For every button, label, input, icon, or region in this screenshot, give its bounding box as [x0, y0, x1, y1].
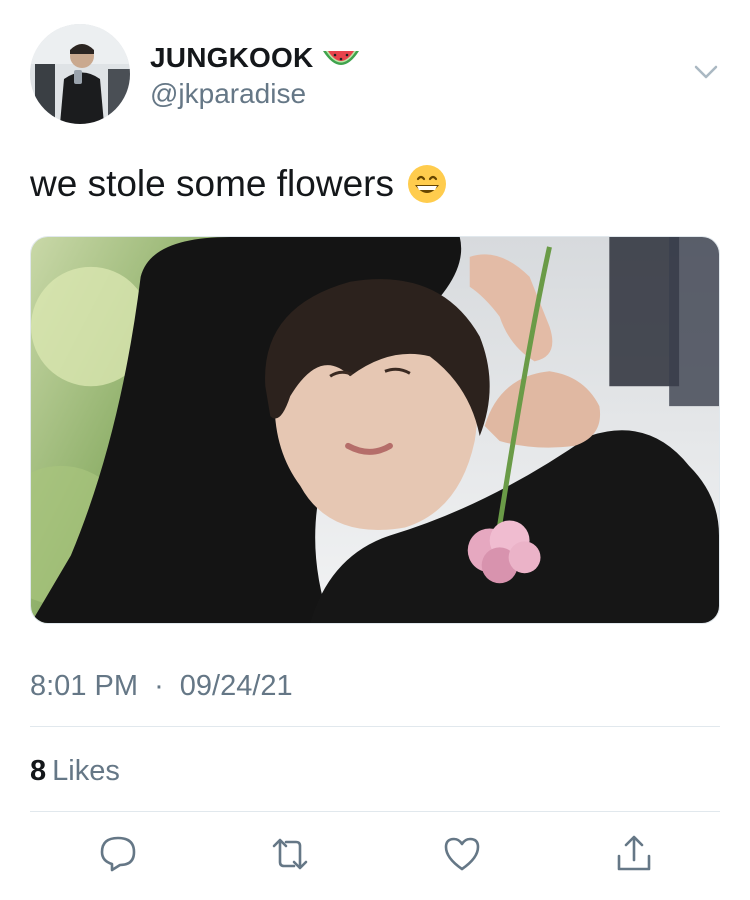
tweet-text: we stole some flowers — [30, 163, 448, 205]
timestamp-separator: · — [154, 670, 164, 702]
tweet-timestamp[interactable]: 8:01 PM · 09/24/21 — [30, 670, 293, 703]
watermelon-emoji-icon — [321, 45, 361, 71]
display-name-text: JUNGKOOK — [150, 42, 314, 73]
reply-icon — [100, 836, 136, 872]
user-handle[interactable]: @jkparadise — [150, 78, 306, 110]
divider — [30, 726, 720, 727]
tweet-date: 09/24/21 — [179, 670, 293, 702]
like-button[interactable] — [440, 832, 484, 876]
tweet-text-content: we stole some flowers — [30, 163, 394, 204]
divider — [30, 811, 720, 812]
likes-stat[interactable]: 8 Likes — [30, 755, 120, 788]
grinning-face-icon — [406, 163, 448, 205]
tweet-actions — [0, 832, 750, 880]
avatar[interactable] — [30, 24, 130, 124]
tweet-media-photo[interactable] — [30, 236, 720, 624]
share-button[interactable] — [612, 832, 656, 876]
likes-count: 8 — [30, 755, 47, 787]
retweet-button[interactable] — [268, 832, 312, 876]
share-icon — [617, 835, 651, 871]
reply-button[interactable] — [96, 832, 140, 876]
display-name[interactable]: JUNGKOOK — [150, 42, 361, 74]
tweet-time: 8:01 PM — [30, 670, 138, 702]
likes-label: Likes — [52, 755, 120, 787]
heart-icon — [444, 837, 480, 871]
retweet-icon — [272, 838, 308, 870]
chevron-down-icon[interactable] — [690, 60, 722, 84]
